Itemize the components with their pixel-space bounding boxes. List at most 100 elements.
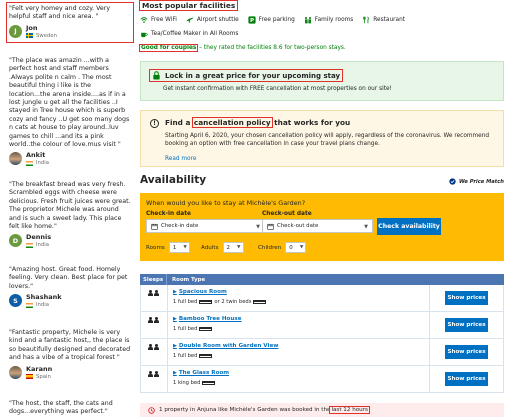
avatar	[9, 365, 22, 379]
show-prices-button[interactable]: Show prices	[445, 318, 488, 332]
person-icon	[148, 317, 153, 323]
facility-item: Tea/Coffee Maker in All Rooms	[140, 30, 238, 38]
bed-info: 1 king bed	[173, 380, 429, 386]
person-icon	[148, 344, 153, 350]
persons-icon	[148, 371, 160, 392]
calendar-icon	[151, 223, 158, 230]
show-prices-button[interactable]: Show prices	[445, 372, 488, 386]
bed-info: 1 full bed or 2 twin beds	[173, 299, 429, 305]
show-prices-button[interactable]: Show prices	[445, 291, 488, 305]
triangle-right-icon: ▶	[173, 289, 177, 295]
facilities-title: Most popular facilities	[138, 0, 239, 11]
reviewer-country: India	[26, 302, 62, 308]
policy-title-suffix: that works for you	[271, 118, 351, 127]
booked-highlight: last 12 hours	[329, 406, 370, 414]
review-text: "The breakfast bread was very fresh. Scr…	[9, 181, 131, 231]
triangle-right-icon: ▶	[173, 316, 177, 322]
sleeps-header: Sleeps	[140, 274, 167, 285]
checkin-label: Check-in date	[146, 211, 191, 217]
check-circle-icon	[449, 178, 456, 185]
children-select[interactable]: 0 ▼	[285, 242, 307, 253]
sweden-flag-icon	[26, 33, 33, 39]
room-name: Spacious Room	[178, 289, 227, 295]
country-label: India	[36, 242, 49, 249]
reviewer-country: India	[26, 242, 51, 248]
country-label: India	[36, 302, 49, 309]
review-card: "The host, the staff, the cats and dogs.…	[9, 400, 131, 417]
children-value: 0	[289, 244, 293, 251]
couples-rest: – they rated the facilities 8.6 for two-…	[197, 45, 346, 51]
room-name-link[interactable]: ▶ Spacious Room	[173, 289, 429, 295]
price-match-badge[interactable]: We Price Match	[449, 178, 504, 185]
facility-item: Free WiFi	[140, 16, 177, 24]
room-name-link[interactable]: ▶ The Glass Room	[173, 370, 429, 376]
info-icon: !	[150, 119, 159, 128]
show-prices-button[interactable]: Show prices	[445, 345, 488, 359]
table-row: ▶ The Glass Room 1 king bed Show prices	[140, 366, 504, 393]
rooms-select[interactable]: 1 ▼	[168, 242, 190, 253]
lock-title-text: Lock in a great price for your upcoming …	[165, 71, 341, 80]
india-flag-icon	[26, 160, 33, 166]
wifi-icon	[140, 17, 148, 23]
review-text: "The host, the staff, the cats and dogs.…	[9, 400, 113, 416]
checkout-value: Check-out date	[277, 223, 319, 229]
adults-value: 2	[226, 244, 230, 251]
checkout-label: Check-out date	[262, 211, 312, 217]
couples-rating: Good for couples – they rated the facili…	[138, 44, 346, 52]
table-row: ▶ Double Room with Garden View 1 full bed…	[140, 339, 504, 366]
reviewer-country: India	[26, 160, 49, 166]
bed-info: 1 full bed	[173, 353, 429, 359]
bed-info: 1 full bed	[173, 326, 429, 332]
read-more-link[interactable]: Read more	[165, 156, 196, 162]
checkout-field[interactable]: Check-out date ▼	[262, 219, 373, 233]
room-type-header: Room Type	[172, 276, 206, 283]
reviewer: D Dennis India	[9, 234, 131, 248]
reviewer-name: Ankit	[26, 151, 46, 160]
coffee-icon	[141, 32, 148, 38]
chevron-down-icon: ▼	[183, 245, 187, 250]
reviewer: J Jon Sweden	[9, 24, 131, 39]
bed-text: 1 full bed	[173, 353, 198, 359]
rooms-selector: Rooms 1 ▼	[146, 242, 190, 253]
room-name: The Glass Room	[178, 370, 230, 376]
facility-label: Tea/Coffee Maker in All Rooms	[151, 31, 239, 37]
bed-alt-text: or 2 twin beds	[214, 299, 252, 305]
room-name-link[interactable]: ▶ Double Room with Garden View	[173, 343, 429, 349]
review-card: "Felt very homey and cozy. Very helpful …	[6, 2, 134, 43]
india-flag-icon	[26, 242, 33, 248]
triangle-right-icon: ▶	[173, 370, 177, 376]
reviewer: S Shashank India	[9, 294, 131, 308]
lock-price-title: Lock in a great price for your upcoming …	[148, 69, 344, 82]
checkin-value: Check-in date	[161, 223, 199, 229]
room-name-link[interactable]: ▶ Bamboo Tree House	[173, 316, 429, 322]
check-availability-button[interactable]: Check availability	[377, 218, 441, 235]
adults-select[interactable]: 2 ▼	[222, 242, 244, 253]
review-text: "Felt very homey and cozy. Very helpful …	[9, 5, 111, 21]
chevron-down-icon: ▼	[364, 224, 368, 230]
cancellation-policy-banner: ! Find a cancellation policy that works …	[140, 110, 504, 167]
facility-label: Restaurant	[373, 17, 406, 23]
reviewer-name: Shashank	[26, 293, 62, 302]
policy-title-highlight: cancellation policy	[191, 117, 273, 128]
india-flag-icon	[26, 302, 33, 308]
review-card: "The place was amazin ...with a perfect …	[9, 57, 131, 166]
bed-text: 1 full bed	[173, 299, 198, 305]
triangle-right-icon: ▶	[173, 343, 177, 349]
person-icon	[148, 290, 153, 296]
lock-icon	[153, 71, 160, 80]
adults-label: Adults	[201, 244, 219, 251]
facility-item: P Free parking	[248, 16, 295, 24]
parking-icon: P	[248, 16, 256, 24]
person-icon	[154, 371, 159, 377]
checkin-field[interactable]: Check-in date ▼	[146, 219, 265, 233]
reviewer-country: Spain	[26, 374, 52, 380]
chevron-down-icon: ▼	[299, 245, 304, 250]
review-text: "Amazing host. Great food. Homely feelin…	[9, 266, 128, 290]
recent-booking-alert: 1 property in Anjuna like Michèle's Gard…	[140, 403, 504, 417]
facility-item: Airport shuttle	[186, 16, 239, 24]
bed-icon	[199, 300, 213, 304]
review-text: "Fantastic property, Michele is very kin…	[9, 329, 131, 362]
room-name: Double Room with Garden View	[178, 343, 279, 349]
policy-title-prefix: Find a	[165, 118, 193, 127]
rooms-label: Rooms	[146, 244, 165, 251]
